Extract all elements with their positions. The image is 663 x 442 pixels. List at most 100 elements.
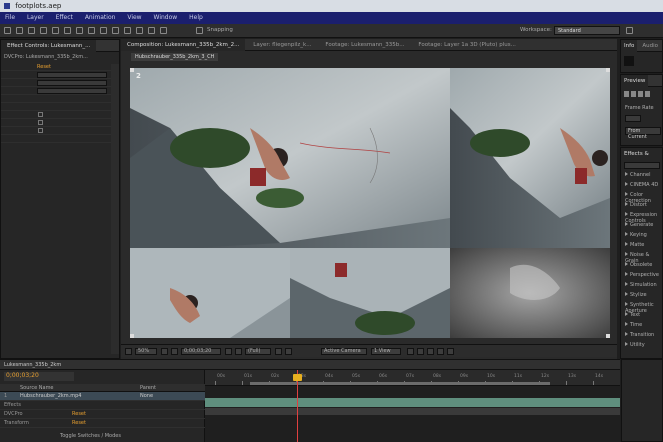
layer-duration-bar[interactable]: [205, 398, 620, 407]
table-row[interactable]: Effects: [0, 401, 205, 410]
always-preview-icon[interactable]: [125, 348, 132, 355]
param-dropdown[interactable]: [37, 80, 107, 86]
menu-effect[interactable]: Effect: [51, 12, 78, 24]
scrollbar[interactable]: [111, 64, 119, 354]
param-row: [1, 95, 119, 103]
param-checkbox[interactable]: [38, 112, 43, 117]
effects-search-input[interactable]: [624, 162, 660, 169]
param-row: [1, 119, 119, 127]
text-tool-icon[interactable]: [100, 27, 107, 34]
clone-tool-icon[interactable]: [124, 27, 131, 34]
selection-tool-icon[interactable]: [4, 27, 11, 34]
show-channel-icon[interactable]: [235, 348, 242, 355]
roto-tool-icon[interactable]: [148, 27, 155, 34]
workspace-select[interactable]: Standard: [554, 26, 620, 35]
effect-category[interactable]: Utility: [625, 342, 645, 348]
views-select[interactable]: 1 View: [371, 348, 401, 355]
menu-view[interactable]: View: [122, 12, 146, 24]
menu-window[interactable]: Window: [149, 12, 183, 24]
playhead-handle[interactable]: [293, 374, 302, 381]
tab-info[interactable]: Info: [621, 40, 638, 52]
first-frame-icon[interactable]: [624, 91, 629, 97]
search-icon[interactable]: [626, 27, 633, 34]
timeline-graph[interactable]: 00s 01s 02s 03s 04s 05s 06s 07s 08s 09s 10s 11s 12s 1…: [205, 370, 620, 442]
reset-exposure-icon[interactable]: [447, 348, 454, 355]
grid-icon[interactable]: [161, 348, 168, 355]
effect-category[interactable]: Perspective: [625, 272, 659, 278]
effect-category[interactable]: Time: [625, 322, 642, 328]
effect-category[interactable]: Obsolete: [625, 262, 652, 268]
transform-handle[interactable]: [606, 334, 610, 338]
tab-preview[interactable]: Preview: [621, 75, 649, 87]
effect-category[interactable]: Channel: [625, 172, 651, 178]
fast-previews-icon[interactable]: [417, 348, 424, 355]
snapping-checkbox[interactable]: [196, 27, 203, 34]
toggle-switches-modes[interactable]: Toggle Switches / Modes: [60, 433, 121, 439]
transform-handle[interactable]: [606, 68, 610, 72]
param-dropdown[interactable]: [37, 88, 107, 94]
effect-category[interactable]: CINEMA 4D: [625, 182, 658, 188]
effect-category[interactable]: Keying: [625, 232, 647, 238]
menu-animation[interactable]: Animation: [80, 12, 121, 24]
tab-audio[interactable]: Audio: [639, 40, 661, 52]
parent-header[interactable]: Parent: [140, 385, 156, 391]
zoom-select[interactable]: 50%: [135, 348, 157, 355]
transparency-grid-icon[interactable]: [285, 348, 292, 355]
play-icon[interactable]: [631, 91, 636, 97]
resolution-select[interactable]: (Full): [245, 348, 271, 355]
table-row[interactable]: DVCPro Reset: [0, 410, 205, 419]
effect-category[interactable]: Distort: [625, 202, 647, 208]
tab-footage[interactable]: Footage: Lukesmann_335b...: [319, 39, 410, 51]
camera-select[interactable]: Active Camera: [321, 348, 367, 355]
pan-behind-tool-icon[interactable]: [64, 27, 71, 34]
source-name-header[interactable]: Source Name: [20, 385, 54, 391]
ram-preview-icon[interactable]: [645, 91, 650, 97]
effect-controls-tabs: Effect Controls: Lukesmann_...: [1, 40, 119, 52]
tab-footage-2[interactable]: Footage: Layer 1a 3D (Pluto) plus...: [412, 39, 521, 51]
snapshot-icon[interactable]: [225, 348, 232, 355]
effect-category[interactable]: Generate: [625, 222, 653, 228]
from-current-button[interactable]: From Current: [625, 127, 661, 140]
param-dropdown[interactable]: [37, 72, 107, 78]
timeline-icon[interactable]: [427, 348, 434, 355]
timeline-current-time[interactable]: 0;00;03;20: [4, 372, 74, 381]
param-checkbox[interactable]: [38, 120, 43, 125]
tab-timeline[interactable]: Lukesmann_335b_2km: [4, 362, 61, 368]
param-checkbox[interactable]: [38, 128, 43, 133]
toggle-pixel-aspect-icon[interactable]: [407, 348, 414, 355]
mask-visibility-icon[interactable]: [171, 348, 178, 355]
tab-layer[interactable]: Layer: fliegenpilz_k...: [247, 39, 317, 51]
current-time-display[interactable]: 0;00;03;20: [181, 348, 221, 355]
comp-flowchart-icon[interactable]: [437, 348, 444, 355]
hand-tool-icon[interactable]: [16, 27, 23, 34]
effect-category[interactable]: Simulation: [625, 282, 657, 288]
menu-file[interactable]: File: [0, 12, 20, 24]
transform-handle[interactable]: [130, 68, 134, 72]
table-row[interactable]: Transform Reset: [0, 419, 205, 428]
effect-category[interactable]: Stylize: [625, 292, 647, 298]
effect-category[interactable]: Transition: [625, 332, 654, 338]
puppet-tool-icon[interactable]: [160, 27, 167, 34]
mask-tool-icon[interactable]: [76, 27, 83, 34]
camera-tool-icon[interactable]: [52, 27, 59, 34]
tab-effect-controls[interactable]: Effect Controls: Lukesmann_...: [1, 40, 97, 52]
comp-name-tab[interactable]: Hubschrauber_335b_2km_3_CH: [131, 53, 219, 61]
rotate-tool-icon[interactable]: [40, 27, 47, 34]
last-frame-icon[interactable]: [638, 91, 643, 97]
brush-tool-icon[interactable]: [112, 27, 119, 34]
table-row[interactable]: 1 Hubschrauber_2km.mp4 None: [0, 392, 205, 401]
tab-composition[interactable]: Composition: Lukesmann_335b_2km_2...: [121, 39, 246, 51]
region-of-interest-icon[interactable]: [275, 348, 282, 355]
transform-handle[interactable]: [130, 334, 134, 338]
menu-help[interactable]: Help: [184, 12, 208, 24]
expand-triangle-icon: [625, 222, 628, 226]
work-area-bar[interactable]: [250, 382, 550, 385]
menu-layer[interactable]: Layer: [22, 12, 49, 24]
frame-rate-select[interactable]: [625, 115, 641, 122]
zoom-tool-icon[interactable]: [28, 27, 35, 34]
effect-category[interactable]: Text: [625, 312, 640, 318]
composition-frame[interactable]: 2: [130, 68, 610, 338]
eraser-tool-icon[interactable]: [136, 27, 143, 34]
effect-category[interactable]: Matte: [625, 242, 644, 248]
pen-tool-icon[interactable]: [88, 27, 95, 34]
